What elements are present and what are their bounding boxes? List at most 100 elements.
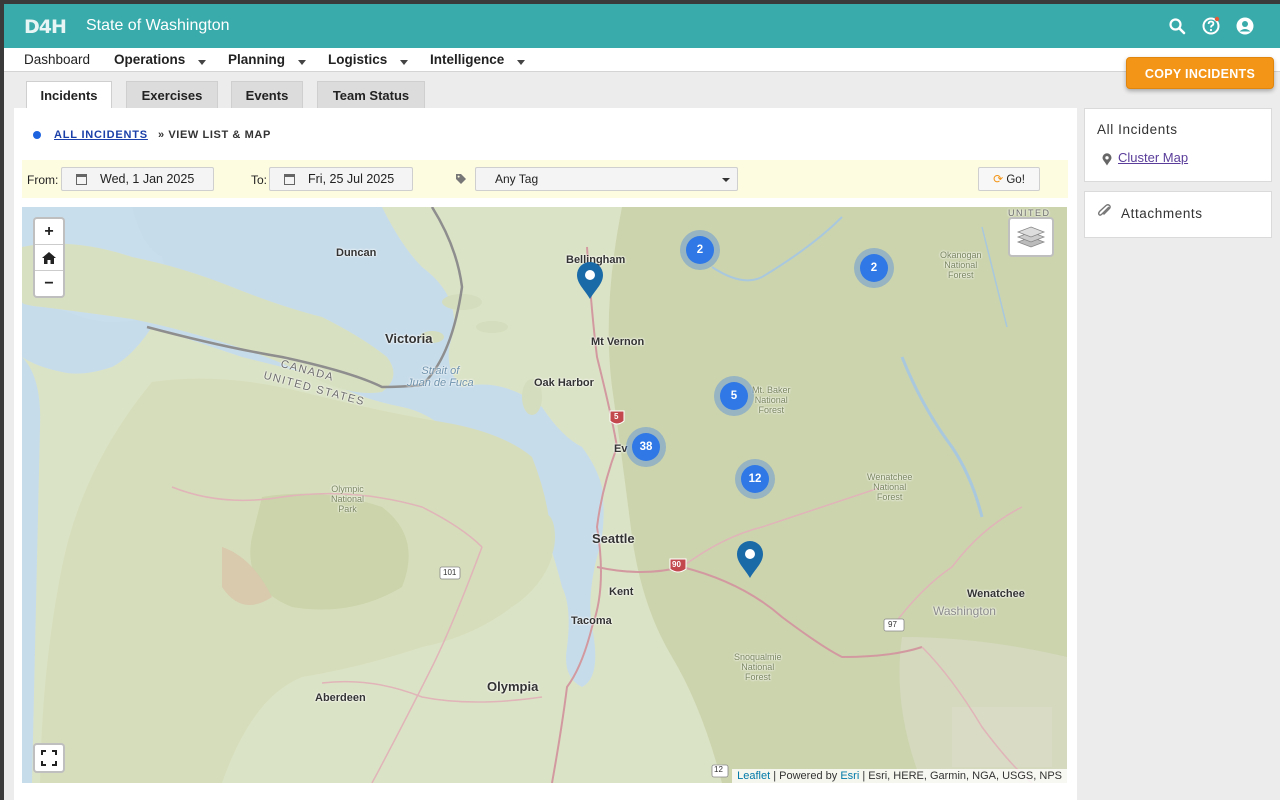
place-label-tacoma: Tacoma <box>571 615 612 627</box>
nav-planning[interactable]: Planning <box>228 52 285 67</box>
chevron-down-icon[interactable] <box>400 60 408 65</box>
esri-link[interactable]: Esri <box>840 770 859 782</box>
to-date-field[interactable]: Fri, 25 Jul 2025 <box>269 167 413 191</box>
go-button-label: Go! <box>1006 174 1025 186</box>
status-dot-icon <box>33 131 41 139</box>
help-icon[interactable] <box>1201 16 1221 36</box>
d4h-logo[interactable]: D4H <box>24 16 67 38</box>
user-account-icon[interactable] <box>1235 16 1255 36</box>
place-label-victoria: Victoria <box>385 331 433 346</box>
breadcrumb-current-label: VIEW LIST & MAP <box>168 129 271 141</box>
map-marker-icon <box>1102 153 1112 166</box>
layers-icon <box>1016 226 1046 248</box>
park-label-line: Okanogan <box>940 250 982 260</box>
main-navigation: Dashboard Operations Planning Logistics … <box>4 48 1280 72</box>
water-label-line: Juan de Fuca <box>407 377 474 389</box>
go-button[interactable]: ⟳ Go! <box>978 167 1040 191</box>
park-label-line: National <box>741 662 775 672</box>
forest-label-wenatchee: Wenatchee National Forest <box>867 472 912 502</box>
park-label-line: National <box>873 482 907 492</box>
incident-cluster-marker[interactable]: 38 <box>626 427 666 467</box>
place-label-seattle: Seattle <box>592 531 635 546</box>
filter-bar: From: Wed, 1 Jan 2025 To: Fri, 25 Jul 20… <box>22 160 1068 198</box>
attachments-title: Attachments <box>1121 206 1203 221</box>
nav-operations[interactable]: Operations <box>114 52 185 67</box>
us-12-label: 12 <box>714 765 723 774</box>
interstate-5-label: 5 <box>614 412 619 421</box>
place-label-kent: Kent <box>609 586 634 598</box>
incident-cluster-marker[interactable]: 2 <box>854 248 894 288</box>
park-label-line: Forest <box>745 672 771 682</box>
fullscreen-icon <box>41 750 57 766</box>
incident-cluster-marker[interactable]: 2 <box>680 230 720 270</box>
incidents-panel: ALL INCIDENTS » VIEW LIST & MAP From: We… <box>14 108 1077 800</box>
cluster-count: 12 <box>741 465 769 493</box>
layers-button[interactable] <box>1008 217 1054 257</box>
fullscreen-button[interactable] <box>33 743 65 773</box>
place-label-duncan: Duncan <box>336 247 377 259</box>
park-label-line: Forest <box>876 492 903 502</box>
us-97-label: 97 <box>888 620 897 629</box>
incident-cluster-marker[interactable]: 5 <box>714 376 754 416</box>
tab-incidents[interactable]: Incidents <box>26 81 112 109</box>
all-incidents-card: All Incidents Cluster Map <box>1084 108 1272 182</box>
nav-dashboard[interactable]: Dashboard <box>24 52 90 67</box>
copy-incidents-button[interactable]: COPY INCIDENTS <box>1126 57 1274 89</box>
forest-label-okanogan: Okanogan National Forest <box>940 250 982 280</box>
tag-select-value: Any Tag <box>495 172 539 186</box>
zoom-in-button[interactable]: + <box>35 219 63 245</box>
place-label-wenatchee: Wenatchee <box>967 588 1025 600</box>
breadcrumb-current: » VIEW LIST & MAP <box>158 129 271 141</box>
tab-events[interactable]: Events <box>231 81 303 108</box>
cluster-count: 38 <box>632 433 660 461</box>
interstate-90-label: 90 <box>672 560 681 569</box>
cluster-map-link[interactable]: Cluster Map <box>1118 150 1188 165</box>
incident-pin-icon[interactable] <box>575 262 605 300</box>
chevron-down-icon[interactable] <box>198 60 206 65</box>
incident-map[interactable]: 5 90 101 97 12 Duncan Bellingham Victori… <box>22 207 1067 783</box>
zoom-out-button[interactable]: − <box>35 271 63 297</box>
tab-team-status[interactable]: Team Status <box>317 81 425 108</box>
leaflet-link[interactable]: Leaflet <box>737 770 770 782</box>
park-label-olympic: Olympic National Park <box>331 484 364 514</box>
tab-exercises[interactable]: Exercises <box>126 81 218 108</box>
calendar-icon <box>284 174 295 185</box>
tag-select[interactable]: Any Tag <box>475 167 738 191</box>
incident-pin-icon[interactable] <box>735 541 765 579</box>
water-label-line: Strait of <box>421 365 460 377</box>
park-label-line: Wenatchee <box>867 472 913 482</box>
park-label-line: National <box>754 395 788 405</box>
forest-label-mt-baker: Mt. Baker National Forest <box>752 385 791 415</box>
all-incidents-link[interactable]: ALL INCIDENTS <box>54 129 148 141</box>
home-icon <box>42 252 56 264</box>
cluster-count: 5 <box>720 382 748 410</box>
place-label-aberdeen: Aberdeen <box>315 692 366 704</box>
search-icon[interactable] <box>1167 16 1187 36</box>
place-label-olympia: Olympia <box>487 679 539 694</box>
incident-cluster-marker[interactable]: 12 <box>735 459 775 499</box>
park-label-line: Mt. Baker <box>752 385 791 395</box>
from-date-field[interactable]: Wed, 1 Jan 2025 <box>61 167 214 191</box>
refresh-icon: ⟳ <box>993 172 1004 186</box>
place-label-oak-harbor: Oak Harbor <box>534 377 594 389</box>
cluster-count: 2 <box>860 254 888 282</box>
park-label-line: Forest <box>948 270 974 280</box>
paperclip-icon <box>1097 204 1111 216</box>
home-view-button[interactable] <box>35 245 63 271</box>
tag-icon <box>456 174 466 184</box>
attachments-card[interactable]: Attachments <box>1084 191 1272 238</box>
chevron-down-icon <box>722 178 730 182</box>
calendar-icon <box>76 174 87 185</box>
chevron-down-icon[interactable] <box>517 60 525 65</box>
map-attribution: Leaflet | Powered by Esri | Esri, HERE, … <box>732 769 1067 783</box>
park-label-line: Park <box>338 504 357 514</box>
park-label-line: National <box>944 260 978 270</box>
to-label: To: <box>251 173 268 187</box>
attribution-powered: | Powered by <box>773 770 838 782</box>
place-label-washington: Washington <box>933 604 996 618</box>
chevron-down-icon[interactable] <box>298 60 306 65</box>
nav-intelligence[interactable]: Intelligence <box>430 52 504 67</box>
to-date-value: Fri, 25 Jul 2025 <box>308 172 395 186</box>
nav-logistics[interactable]: Logistics <box>328 52 387 67</box>
top-header: D4H State of Washington <box>4 4 1280 48</box>
